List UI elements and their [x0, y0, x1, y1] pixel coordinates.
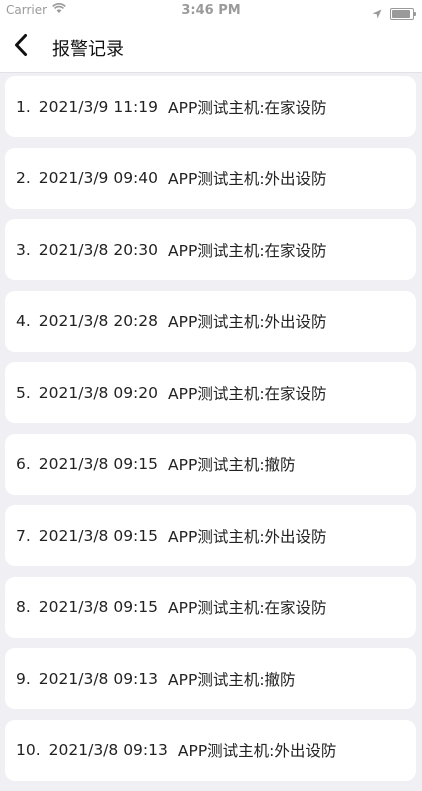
record-datetime: 2021/3/8 09:15: [38, 455, 159, 473]
record-datetime: 2021/3/8 20:28: [38, 312, 159, 330]
record-datetime: 2021/3/8 09:15: [38, 598, 159, 616]
record-item[interactable]: 9. 2021/3/8 09:13 APP测试主机:撤防: [5, 648, 416, 709]
record-message: APP测试主机:撤防: [168, 670, 296, 689]
record-datetime: 2021/3/8 09:20: [38, 383, 159, 402]
record-datetime: 2021/3/8 09:13: [38, 669, 159, 688]
record-index: 6.: [16, 455, 31, 473]
record-item[interactable]: 8. 2021/3/8 09:15 APP测试主机:在家设防: [5, 576, 416, 638]
record-message: APP测试主机:外出设防: [168, 313, 327, 331]
record-index: 3.: [16, 240, 31, 259]
record-item[interactable]: 5. 2021/3/8 09:20 APP测试主机:在家设防: [5, 362, 416, 423]
status-bar: Carrier 3:46 PM: [0, 0, 422, 22]
record-item[interactable]: 4. 2021/3/8 20:28 APP测试主机:外出设防: [5, 290, 416, 352]
record-message: APP测试主机:在家设防: [168, 98, 327, 117]
record-message: APP测试主机:在家设防: [168, 241, 327, 260]
page-title: 报警记录: [52, 39, 124, 60]
back-button[interactable]: [6, 30, 36, 64]
status-time: 3:46 PM: [181, 3, 241, 18]
record-index: 2.: [16, 169, 31, 187]
record-index: 1.: [16, 97, 31, 116]
record-index: 4.: [16, 312, 31, 330]
record-message: APP测试主机:撤防: [168, 456, 296, 474]
record-message: APP测试主机:在家设防: [168, 599, 327, 617]
record-message: APP测试主机:在家设防: [168, 384, 327, 403]
navigation-bar: 报警记录: [0, 22, 422, 73]
record-message: APP测试主机:外出设防: [168, 170, 327, 188]
record-item[interactable]: 2. 2021/3/9 09:40 APP测试主机:外出设防: [5, 147, 416, 209]
record-item[interactable]: 6. 2021/3/8 09:15 APP测试主机:撤防: [5, 433, 416, 495]
record-item[interactable]: 3. 2021/3/8 20:30 APP测试主机:在家设防: [5, 219, 416, 280]
record-message: APP测试主机:外出设防: [168, 527, 327, 546]
battery-icon: [390, 7, 416, 20]
record-item[interactable]: 7. 2021/3/8 09:15 APP测试主机:外出设防: [5, 505, 416, 566]
record-index: 9.: [16, 669, 31, 688]
record-index: 5.: [16, 383, 31, 402]
record-index: 8.: [16, 598, 31, 616]
record-datetime: 2021/3/8 20:30: [38, 240, 159, 259]
record-datetime: 2021/3/8 09:15: [38, 526, 159, 545]
record-datetime: 2021/3/9 11:19: [38, 97, 159, 116]
record-item[interactable]: 10. 2021/3/8 09:13 APP测试主机:外出设防: [5, 719, 416, 781]
location-arrow-icon: [372, 4, 382, 23]
alarm-record-list: 1. 2021/3/9 11:19 APP测试主机:在家设防 2. 2021/3/9 0…: [5, 76, 416, 791]
record-item[interactable]: 1. 2021/3/9 11:19 APP测试主机:在家设防: [5, 76, 416, 137]
chevron-left-icon: [13, 33, 29, 61]
record-index: 7.: [16, 526, 31, 545]
record-message: APP测试主机:外出设防: [177, 742, 337, 760]
record-datetime: 2021/3/9 09:40: [38, 169, 159, 187]
record-datetime: 2021/3/8 09:13: [48, 741, 168, 759]
status-right: [372, 4, 416, 23]
record-index: 10.: [16, 741, 41, 759]
